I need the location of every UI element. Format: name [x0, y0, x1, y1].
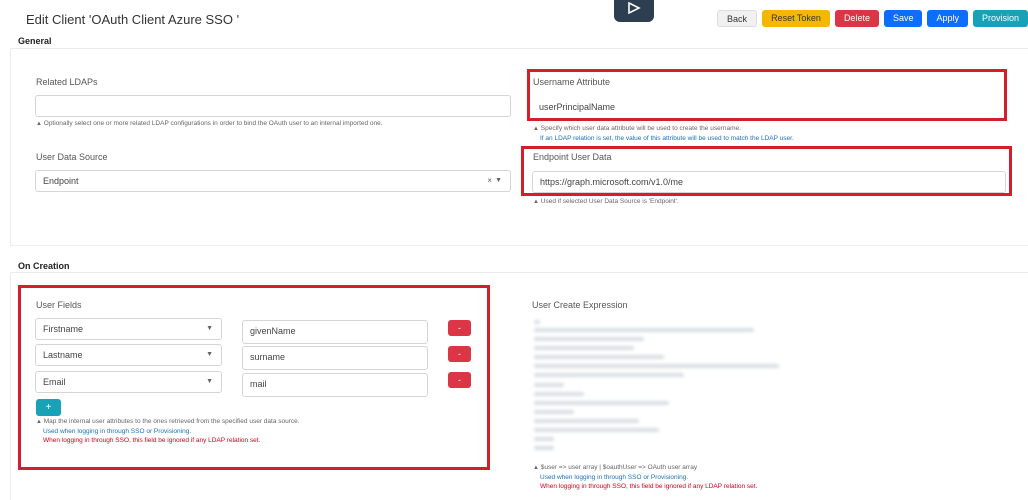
user-create-expression-help-line3: When logging in through SSO, this field … — [540, 483, 758, 490]
chevron-down-icon[interactable]: ▼ — [206, 325, 213, 332]
endpoint-user-data-highlight — [521, 146, 1012, 196]
code-line — [534, 437, 554, 441]
toolbar: Back Reset Token Delete Save Apply Provi… — [717, 10, 1028, 27]
user-data-source-select[interactable]: Endpoint × ▼ — [35, 170, 511, 192]
user-fields-help-line1: Map the internal user attributes to the … — [43, 418, 300, 425]
code-line — [534, 346, 634, 350]
user-fields-help-line3: When logging in through SSO, this field … — [43, 437, 261, 444]
back-button[interactable]: Back — [717, 10, 758, 27]
user-field-attribute-select[interactable]: Email ▼ — [35, 371, 222, 393]
code-line — [534, 410, 574, 414]
user-create-expression-help-line2: Used when logging in through SSO or Prov… — [540, 474, 689, 481]
username-attribute-help: ▲ Specify which user data attribute will… — [533, 124, 794, 143]
remove-field-button[interactable]: - — [448, 372, 471, 388]
chevron-down-icon[interactable]: ▼ — [206, 378, 213, 385]
related-ldaps-help: ▲ Optionally select one or more related … — [36, 119, 383, 129]
user-field-mapping-input[interactable]: surname — [242, 346, 428, 370]
user-field-mapping-input[interactable]: givenName — [242, 320, 428, 344]
code-line — [534, 328, 754, 332]
related-ldaps-input[interactable] — [35, 95, 511, 117]
user-data-source-label: User Data Source — [36, 152, 108, 162]
chevron-down-icon[interactable]: ▼ — [206, 351, 213, 358]
user-fields-help-line2: Used when logging in through SSO or Prov… — [43, 428, 192, 435]
app-logo — [614, 0, 654, 22]
save-button[interactable]: Save — [883, 10, 923, 27]
on-creation-heading: On Creation — [18, 261, 70, 271]
user-field-attribute-select[interactable]: Firstname ▼ — [35, 318, 222, 340]
code-line — [534, 428, 659, 432]
code-line — [534, 373, 684, 377]
app-logo-icon — [628, 2, 641, 14]
code-line — [534, 383, 564, 387]
code-line — [534, 401, 669, 405]
user-fields-help: ▲ Map the internal user attributes to th… — [36, 417, 300, 445]
user-create-expression-editor[interactable] — [532, 320, 792, 455]
username-attribute-help-line2: If an LDAP relation is set, the value of… — [540, 135, 794, 142]
user-field-attribute-value: Email — [43, 377, 66, 387]
caret-icon: ▲ — [36, 419, 42, 425]
caret-icon: ▲ — [533, 465, 539, 471]
user-field-mapping-input[interactable]: mail — [242, 373, 428, 397]
page-title: Edit Client 'OAuth Client Azure SSO ' — [26, 12, 240, 27]
clear-icon[interactable]: × — [487, 176, 492, 185]
provision-button[interactable]: Provision — [972, 10, 1028, 27]
related-ldaps-label: Related LDAPs — [36, 77, 98, 87]
chevron-down-icon[interactable]: ▼ — [495, 177, 502, 184]
code-line — [534, 364, 779, 368]
related-ldaps-help-text: Optionally select one or more related LD… — [43, 120, 383, 127]
caret-icon: ▲ — [36, 121, 42, 127]
code-line — [534, 392, 584, 396]
endpoint-user-data-help: ▲ Used if selected User Data Source is '… — [533, 197, 679, 207]
user-fields-label: User Fields — [36, 300, 82, 310]
caret-icon: ▲ — [533, 126, 539, 132]
apply-button[interactable]: Apply — [927, 10, 968, 27]
user-create-expression-label: User Create Expression — [532, 300, 628, 310]
username-attribute-highlight — [527, 69, 1007, 121]
caret-icon: ▲ — [533, 199, 539, 205]
remove-field-button[interactable]: - — [448, 320, 471, 336]
username-attribute-help-line1: Specify which user data attribute will b… — [540, 125, 741, 132]
user-data-source-value: Endpoint — [43, 176, 79, 186]
code-line — [534, 446, 554, 450]
endpoint-user-data-help-text: Used if selected User Data Source is 'En… — [540, 198, 679, 205]
user-field-attribute-value: Firstname — [43, 324, 84, 334]
user-field-attribute-select[interactable]: Lastname ▼ — [35, 344, 222, 366]
add-field-button[interactable]: + — [36, 399, 61, 416]
user-create-expression-help: ▲ $user => user array | $oauthUser => OA… — [533, 463, 757, 491]
reset-token-button[interactable]: Reset Token — [762, 10, 830, 27]
user-create-expression-help-line1: $user => user array | $oauthUser => OAut… — [540, 464, 698, 471]
delete-button[interactable]: Delete — [834, 10, 879, 27]
user-field-attribute-value: Lastname — [43, 350, 83, 360]
code-line — [534, 419, 639, 423]
code-line — [534, 337, 644, 341]
code-line — [534, 355, 664, 359]
remove-field-button[interactable]: - — [448, 346, 471, 362]
code-line — [534, 320, 540, 324]
general-heading: General — [18, 36, 52, 46]
